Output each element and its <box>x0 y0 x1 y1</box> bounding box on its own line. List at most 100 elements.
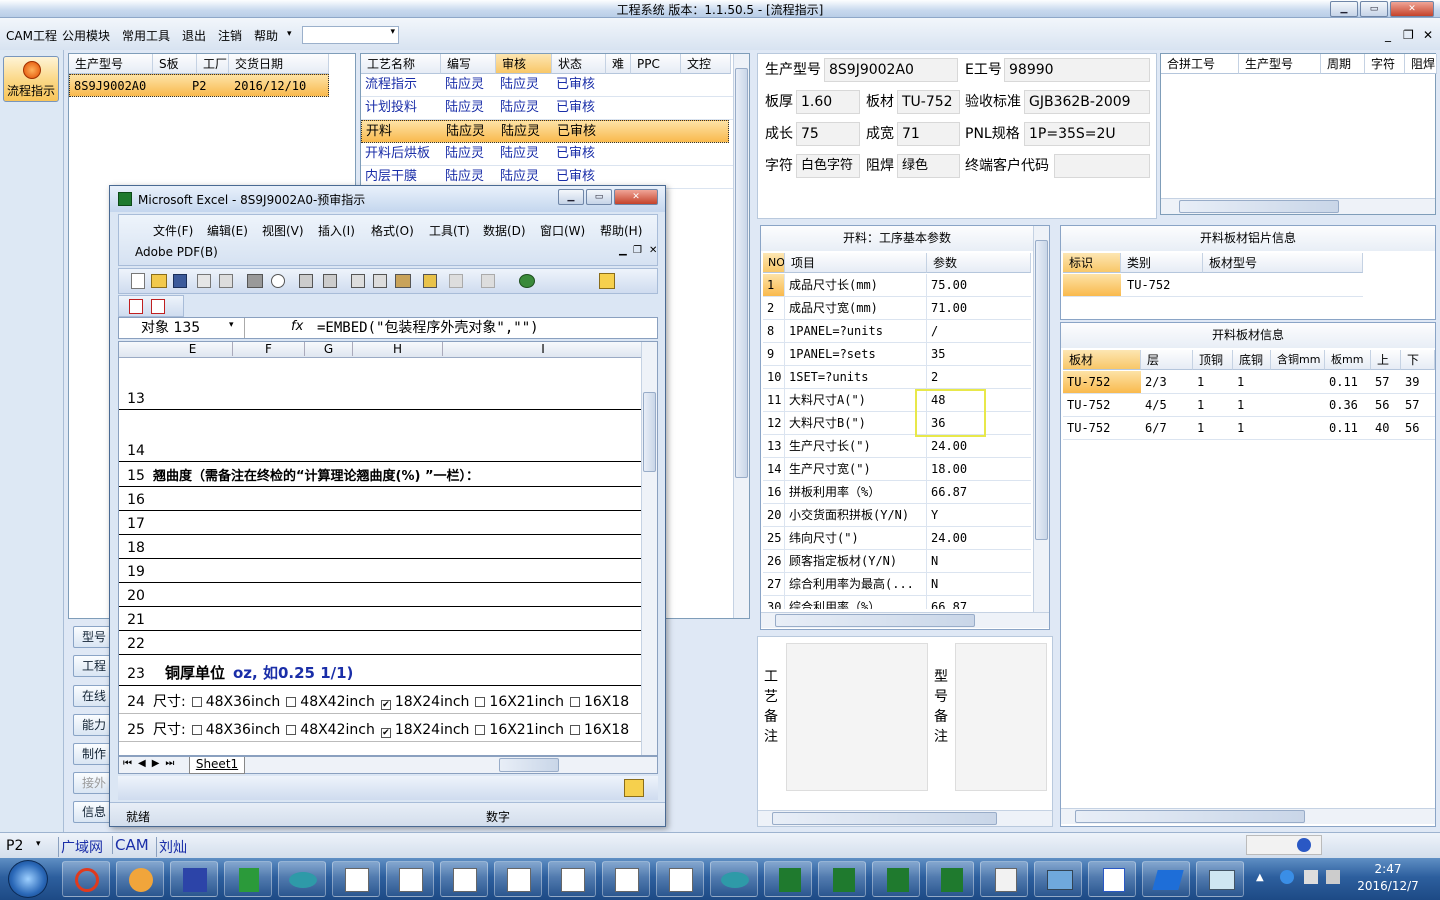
combine-hscroll[interactable] <box>1161 198 1435 214</box>
col-sheet-model[interactable]: 板材型号 <box>1203 253 1363 273</box>
nav-model-button[interactable]: 型号 <box>73 626 113 648</box>
col-item[interactable]: 项目 <box>785 253 927 273</box>
params-hscroll[interactable] <box>761 612 1049 628</box>
pdf-convert-icon[interactable] <box>129 299 143 314</box>
fill-color-icon[interactable] <box>599 273 615 289</box>
menu-logout[interactable]: 注销 <box>218 27 242 44</box>
table-row[interactable]: 1 成品尺寸长(mm) 75.00 <box>763 274 1031 297</box>
sheet-row-19[interactable]: 19 <box>119 559 641 583</box>
redo-icon[interactable] <box>481 274 495 288</box>
customer-field[interactable] <box>1054 154 1150 178</box>
excel-menu-format[interactable]: 格式(O) <box>371 222 414 239</box>
plant-selector[interactable]: P2 <box>6 838 23 854</box>
checkbox[interactable] <box>475 697 486 707</box>
table-row[interactable]: 开料 陆应灵 陆应灵 已审核 <box>361 120 729 143</box>
table-row[interactable]: TU-752 4/5 1 1 0.36 56 57 <box>1063 394 1435 417</box>
scroll-thumb[interactable] <box>1179 200 1339 213</box>
table-row[interactable]: 11 大料尺寸A(") 48 <box>763 389 1031 412</box>
task-x1[interactable] <box>332 861 380 897</box>
tab-sheet1[interactable]: Sheet1 <box>189 757 245 774</box>
language-bar[interactable] <box>1246 835 1322 855</box>
col-value[interactable]: 参数 <box>927 253 1031 273</box>
excel-menu-insert[interactable]: 插入(I) <box>318 222 355 239</box>
task-excel1[interactable] <box>764 861 812 897</box>
task-f-app[interactable] <box>1142 861 1190 897</box>
task-app-g[interactable] <box>62 861 110 897</box>
table-row[interactable]: 8S9J9002A0 P2 2016/12/10 <box>69 74 329 97</box>
table-row[interactable]: 20 小交货面积拼板(Y/N) Y <box>763 504 1031 527</box>
sheet-row-17[interactable]: 17 <box>119 511 641 535</box>
table-row[interactable]: TU-752 <box>1063 274 1363 297</box>
menu-overflow-icon[interactable]: ▾ <box>287 29 292 39</box>
col-no[interactable]: NO <box>763 253 785 273</box>
chevron-down-icon[interactable]: ▾ <box>36 839 41 849</box>
start-button[interactable] <box>8 860 48 898</box>
menu-tools[interactable]: 常用工具 <box>122 27 170 44</box>
sheet-row-25[interactable]: 25 尺寸: 48X36inch 48X42inch ✔ 18X24inch 16X21i… <box>119 714 641 742</box>
preview-icon[interactable] <box>271 274 285 288</box>
task-x4[interactable] <box>494 861 542 897</box>
task-eye2[interactable] <box>710 861 758 897</box>
col-char[interactable]: 字符 <box>1365 54 1405 74</box>
excel-window[interactable]: Microsoft Excel - 8S9J9002A0-预审指示 ▁ ▭ ✕ … <box>109 185 666 827</box>
col-cycle[interactable]: 周期 <box>1321 54 1365 74</box>
nav-make-button[interactable]: 制作 <box>73 743 113 765</box>
scroll-thumb[interactable] <box>1075 810 1305 823</box>
col-mask[interactable]: 阻焊 <box>1405 54 1437 74</box>
table-row[interactable]: 8 1PANEL=?units / <box>763 320 1031 343</box>
thickness-field[interactable]: 1.60 <box>796 90 860 114</box>
sheet-row-14[interactable]: 14 <box>119 410 641 462</box>
cut-icon[interactable] <box>351 274 365 288</box>
col-type[interactable]: 类别 <box>1121 253 1203 273</box>
model-field[interactable]: 8S9J9002A0 <box>824 58 958 82</box>
excel-minimize-button[interactable]: ▁ <box>558 189 584 205</box>
task-excel2[interactable] <box>818 861 866 897</box>
hyperlink-icon[interactable] <box>519 274 535 288</box>
col-down[interactable]: 下 <box>1401 350 1435 370</box>
checkbox[interactable] <box>286 697 297 707</box>
volume-icon[interactable] <box>1304 870 1318 884</box>
pnl-field[interactable]: 1P=35S=2U <box>1024 122 1150 146</box>
remarks-hscroll[interactable] <box>758 810 1052 826</box>
paste-icon[interactable] <box>395 274 411 288</box>
undo-icon[interactable] <box>449 274 463 288</box>
col-model[interactable]: 生产型号 <box>69 54 153 74</box>
task-font-app[interactable] <box>980 861 1028 897</box>
close-button[interactable]: ✕ <box>1390 1 1434 17</box>
excel-menu-adobe[interactable]: Adobe PDF(B) <box>135 245 218 259</box>
sheet-vscroll[interactable] <box>641 342 657 755</box>
sheet-row-13[interactable]: 13 <box>119 358 641 410</box>
excel-menu-data[interactable]: 数据(D) <box>483 222 526 239</box>
table-row[interactable]: 流程指示 陆应灵 陆应灵 已审核 <box>361 74 733 97</box>
scroll-thumb[interactable] <box>1035 240 1048 540</box>
menu-cam[interactable]: CAM工程 <box>6 27 57 44</box>
col-header-i[interactable]: I <box>443 342 643 356</box>
col-combine-model[interactable]: 生产型号 <box>1239 54 1321 74</box>
table-row[interactable]: 12 大料尺寸B(") 36 <box>763 412 1031 435</box>
mdi-minimize-button[interactable]: _ <box>1385 28 1391 42</box>
copy-icon[interactable] <box>373 274 387 288</box>
scroll-thumb[interactable] <box>772 812 997 825</box>
task-p-app[interactable] <box>224 861 272 897</box>
standard-field[interactable]: GJB362B-2009 <box>1024 90 1150 114</box>
help-icon[interactable] <box>1297 838 1311 852</box>
sheet-row-20[interactable]: 20 <box>119 583 641 607</box>
mask-field[interactable]: 绿色 <box>897 154 960 178</box>
excel-menu-help[interactable]: 帮助(H) <box>600 222 642 239</box>
params-vscroll[interactable] <box>1033 226 1049 612</box>
excel-sheet[interactable]: E F G H I 13 14 15 翘曲度（需备注在终检的“计算理论翘曲度(%) ”… <box>118 341 658 756</box>
col-cu-mm[interactable]: 含铜mm <box>1271 350 1325 370</box>
col-mark[interactable]: 标识 <box>1063 253 1121 273</box>
length-field[interactable]: 75 <box>796 122 860 146</box>
task-x7[interactable] <box>656 861 704 897</box>
nav-capability-button[interactable]: 能力 <box>73 714 113 736</box>
table-row[interactable]: 25 纬向尺寸(") 24.00 <box>763 527 1031 550</box>
process-vscroll[interactable] <box>733 54 749 618</box>
name-box[interactable]: 对象 135 <box>119 318 245 338</box>
print-icon[interactable] <box>247 274 263 288</box>
mdi-close-button[interactable]: ✕ <box>1423 28 1433 42</box>
drawing-icon[interactable] <box>624 779 644 797</box>
checkbox-checked[interactable]: ✔ <box>380 728 391 738</box>
task-x3[interactable] <box>440 861 488 897</box>
sheet-row-16[interactable]: 16 <box>119 487 641 511</box>
